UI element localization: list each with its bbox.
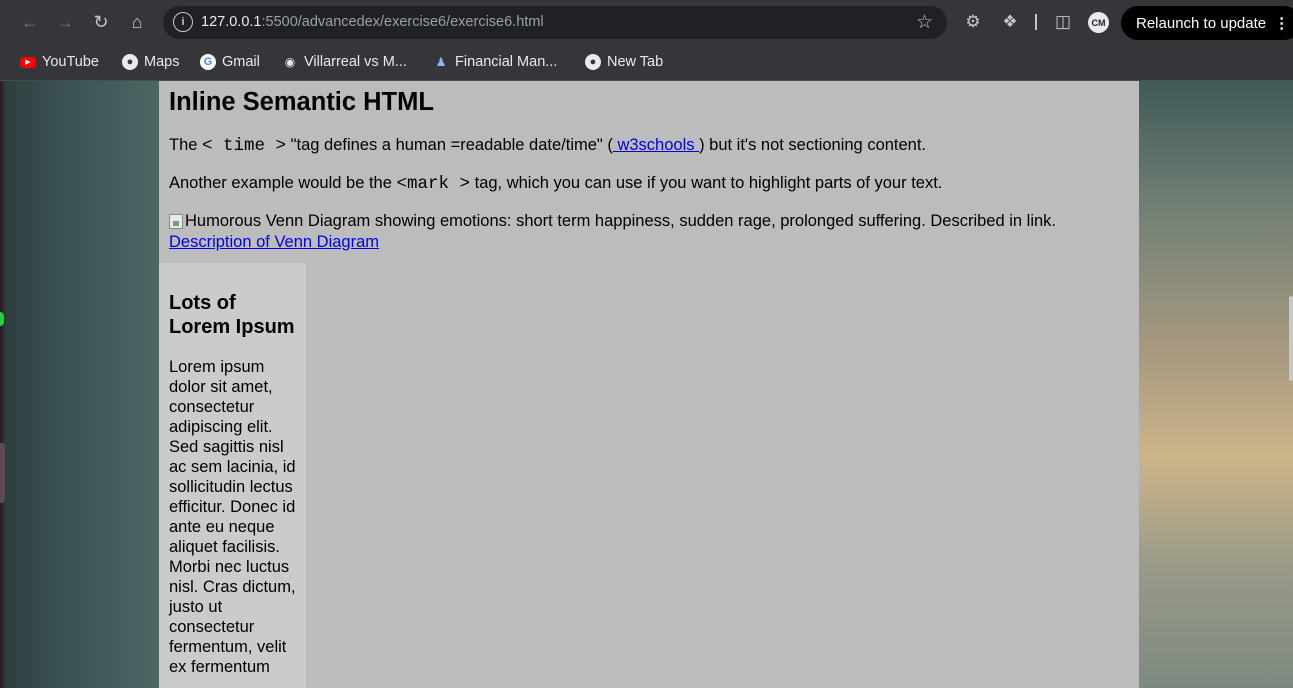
relaunch-label: Relaunch to update xyxy=(1136,14,1267,32)
url-text[interactable]: 127.0.0.1:5500/advancedex/exercise6/exer… xyxy=(201,14,544,30)
globe-icon: ● xyxy=(122,54,138,70)
back-icon[interactable]: ← xyxy=(16,8,44,36)
avatar[interactable]: CM xyxy=(1088,12,1109,33)
reload-icon[interactable]: ↻ xyxy=(87,8,115,36)
site-info-icon[interactable]: i xyxy=(173,12,193,32)
window-edge-handle xyxy=(0,443,5,503)
image-alt-text: Humorous Venn Diagram showing emotions: … xyxy=(185,212,1057,230)
bookmarks-bar: ▶ YouTube ● Maps G Gmail ◉ Villarreal vs… xyxy=(0,44,1293,81)
aside-heading: Lots of Lorem Ipsum xyxy=(169,292,295,338)
home-icon[interactable]: ⌂ xyxy=(123,8,151,36)
bookmark-maps[interactable]: ● Maps xyxy=(122,51,179,73)
page-content: Inline Semantic HTML The < time > "tag d… xyxy=(159,81,1139,688)
broken-image-icon xyxy=(169,214,183,229)
toolbar-divider xyxy=(1035,14,1037,30)
lorem-aside: Lots of Lorem Ipsum Lorem ipsum dolor si… xyxy=(159,263,306,688)
globe-icon: ● xyxy=(585,54,601,70)
venn-description-link[interactable]: Description of Venn Diagram xyxy=(169,233,379,251)
window-edge-indicator xyxy=(0,312,4,326)
forward-icon[interactable]: → xyxy=(51,8,79,36)
extension-puzzle-badge-icon[interactable]: ⚙ xyxy=(961,10,985,34)
time-code: < time > xyxy=(202,136,287,156)
scrollbar[interactable] xyxy=(1289,296,1293,381)
bookmark-villarreal[interactable]: ◉ Villarreal vs M... xyxy=(282,51,407,73)
time-paragraph: The < time > "tag defines a human =reada… xyxy=(169,136,927,156)
bookmark-gmail[interactable]: G Gmail xyxy=(200,51,260,73)
google-icon: G xyxy=(200,54,216,70)
bookmark-financial[interactable]: ♟ Financial Man... xyxy=(433,51,558,73)
club-icon: ◉ xyxy=(284,55,296,69)
desktop-wallpaper xyxy=(1139,81,1293,688)
w3schools-link[interactable]: w3schools xyxy=(613,136,699,154)
bookmark-star-icon[interactable]: ☆ xyxy=(916,11,933,34)
mark-code: <mark > xyxy=(396,174,471,194)
browser-toolbar: ← → ↻ ⌂ i 127.0.0.1:5500/advancedex/exer… xyxy=(0,0,1293,44)
youtube-icon: ▶ xyxy=(20,56,36,68)
mark-paragraph: Another example would be the <mark > tag… xyxy=(169,174,943,194)
bookmark-youtube[interactable]: ▶ YouTube xyxy=(20,51,99,73)
relaunch-button[interactable]: Relaunch to update ⋮ xyxy=(1121,6,1293,40)
page-viewport: Inline Semantic HTML The < time > "tag d… xyxy=(0,81,1293,688)
side-panel-icon[interactable]: ◫ xyxy=(1051,10,1075,34)
venn-diagram-image: Humorous Venn Diagram showing emotions: … xyxy=(169,212,1056,231)
aside-body: Lorem ipsum dolor sit amet, consectetur … xyxy=(169,358,296,676)
bookmark-new-tab[interactable]: ● New Tab xyxy=(585,51,663,73)
people-icon: ♟ xyxy=(435,55,447,69)
address-bar[interactable]: i 127.0.0.1:5500/advancedex/exercise6/ex… xyxy=(163,6,947,39)
extensions-icon[interactable]: ❖ xyxy=(998,10,1022,34)
menu-icon[interactable]: ⋮ xyxy=(1274,14,1289,32)
page-title: Inline Semantic HTML xyxy=(169,88,434,116)
